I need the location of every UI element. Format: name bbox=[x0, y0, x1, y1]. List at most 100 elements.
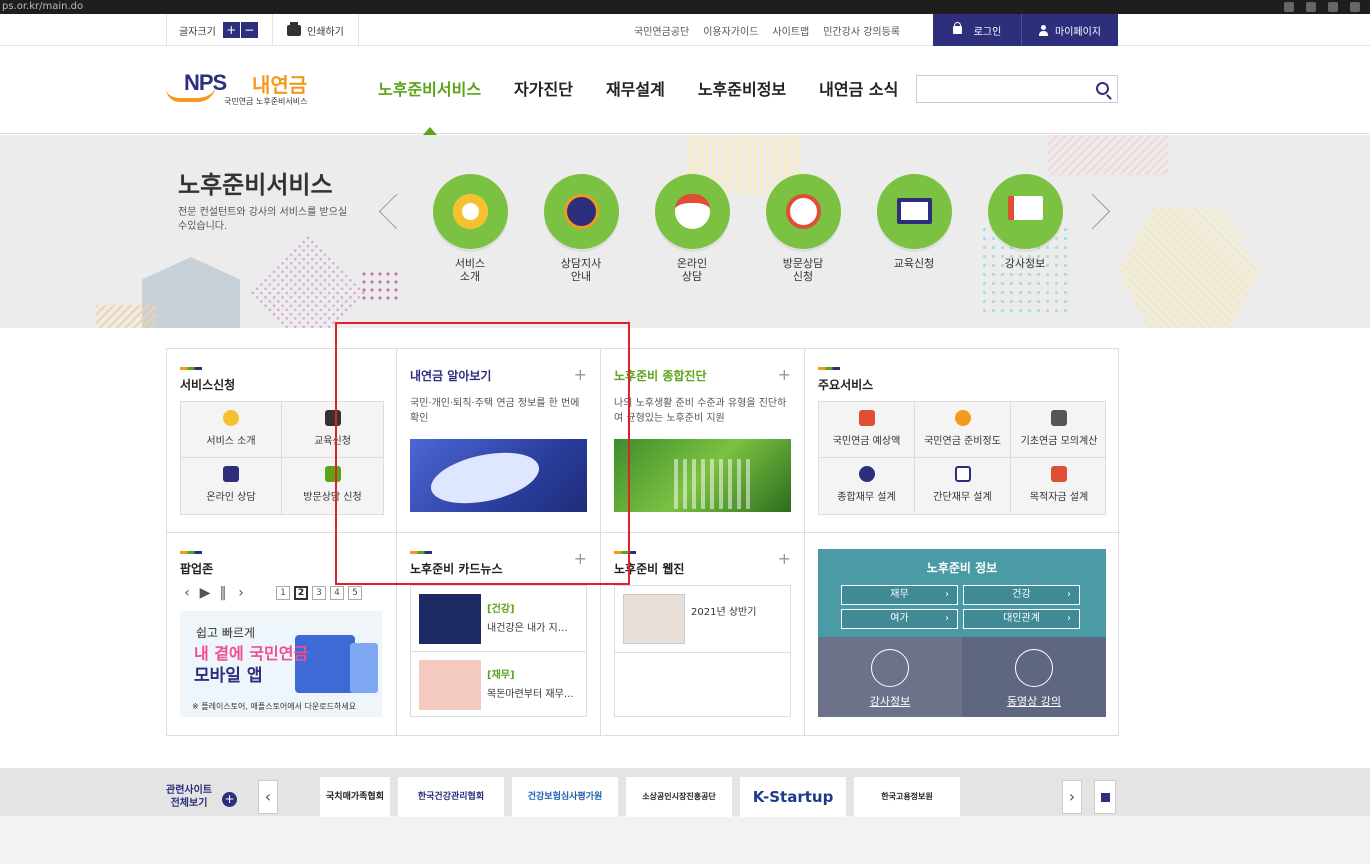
tile-label: 서비스 소개 bbox=[206, 436, 256, 447]
total-finance-tile[interactable]: 종합재무 설계 bbox=[819, 458, 915, 514]
search-icon[interactable] bbox=[1096, 82, 1109, 95]
pager-play-icon[interactable]: ▶ bbox=[198, 585, 212, 601]
mobile-app-banner[interactable]: 쉽고 빠르게 내 곁에 국민연금 모바일 앱 ※ 플레이스토어, 애플스토어에서… bbox=[180, 611, 382, 717]
visit-consult-tile[interactable]: 방문상담 신청 bbox=[282, 458, 383, 514]
webzine-title[interactable]: 2021년 상반기 bbox=[691, 603, 756, 618]
info-box: 노후준비 정보 재무 건강 여가 대인관계 강사정보 동영상 강의 bbox=[818, 549, 1106, 717]
list-item[interactable]: [재무] 목돈마련부터 재무… bbox=[411, 652, 586, 718]
link-lecture-register[interactable]: 민간강사 강의등록 bbox=[823, 23, 900, 38]
nav-financial-planning[interactable]: 재무설계 bbox=[606, 46, 665, 134]
extension-icon[interactable] bbox=[1328, 2, 1338, 12]
pension-readiness-tile[interactable]: 국민연금 준비정도 bbox=[915, 402, 1011, 458]
pager-pause-icon[interactable]: ‖ bbox=[216, 585, 230, 601]
mypage-button[interactable]: 마이페이지 bbox=[1021, 14, 1118, 46]
pension-view-panel[interactable]: 내연금 알아보기 + 국민·개인·퇴직·주택 연금 정보를 한 번에 확인 bbox=[397, 349, 601, 533]
address-bar[interactable]: ps.or.kr/main.do bbox=[2, 0, 83, 14]
info-relations-button[interactable]: 대인관계 bbox=[963, 609, 1080, 629]
pie-chart-icon bbox=[858, 466, 875, 482]
tile-label: 간단재무 설계 bbox=[933, 492, 992, 503]
service-intro-link[interactable]: 서비스 소개 bbox=[430, 174, 510, 283]
related-next-button[interactable]: › bbox=[1062, 780, 1082, 814]
purpose-fund-tile[interactable]: 목적자금 설계 bbox=[1011, 458, 1107, 514]
main-services-panel: 주요서비스 국민연금 예상액 국민연금 준비정도 기초연금 모의계산 종합재무 … bbox=[805, 349, 1120, 533]
info-finance-button[interactable]: 재무 bbox=[841, 585, 958, 605]
pager-next-icon[interactable]: › bbox=[234, 585, 248, 601]
more-plus-button[interactable]: + bbox=[778, 549, 791, 568]
site-logo[interactable]: NPS 내연금 국민연금 노후준비서비스 bbox=[166, 68, 326, 110]
site-logo-semas[interactable]: 소상공인시장진흥공단 bbox=[626, 777, 732, 817]
page-3[interactable]: 3 bbox=[312, 586, 326, 600]
print-button[interactable]: 인쇄하기 bbox=[273, 14, 359, 46]
network-icon bbox=[223, 466, 239, 482]
hero-next-arrow[interactable] bbox=[1090, 187, 1112, 237]
hero-prev-arrow[interactable] bbox=[378, 187, 400, 237]
decoration bbox=[360, 270, 400, 304]
related-sites-link[interactable]: 관련사이트 전체보기 bbox=[166, 784, 212, 810]
page-4[interactable]: 4 bbox=[330, 586, 344, 600]
logo-nps: NPS bbox=[184, 70, 227, 95]
diagnosis-panel[interactable]: 노후준비 종합진단 + 나의 노후생활 준비 수준과 유형을 진단하여 균형있는… bbox=[601, 349, 805, 533]
extension-icon[interactable] bbox=[1284, 2, 1294, 12]
nav-retirement-info[interactable]: 노후준비정보 bbox=[698, 46, 786, 134]
nav-pension-news[interactable]: 내연금 소식 bbox=[819, 46, 898, 134]
education-apply-link[interactable]: 교육신청 bbox=[874, 174, 954, 270]
panel-title: 팝업존 bbox=[180, 562, 214, 576]
online-consult-link[interactable]: 온라인 상담 bbox=[652, 174, 732, 283]
lecturer-info-link[interactable]: 강사정보 bbox=[985, 174, 1065, 270]
link-nps[interactable]: 국민연금공단 bbox=[634, 23, 689, 38]
related-label-1: 관련사이트 bbox=[166, 785, 212, 796]
service-intro-tile[interactable]: 서비스 소개 bbox=[181, 402, 282, 458]
service-label: 교육신청 bbox=[893, 257, 935, 270]
popup-zone-panel: 팝업존 ‹ ▶ ‖ › 1 2 3 4 5 쉽고 빠르게 내 곁에 국민연금 모… bbox=[167, 533, 397, 735]
pension-estimate-tile[interactable]: 국민연금 예상액 bbox=[819, 402, 915, 458]
more-plus-button[interactable]: + bbox=[778, 365, 791, 384]
notebook-icon bbox=[324, 410, 341, 426]
branch-guide-link[interactable]: 상담지사 안내 bbox=[541, 174, 621, 283]
plus-circle-icon[interactable]: + bbox=[222, 792, 237, 807]
site-logo-kstartup[interactable]: K-Startup bbox=[740, 777, 846, 817]
webzine-panel: 노후준비 웹진 + 2021년 상반기 bbox=[601, 533, 805, 735]
font-decrease-button[interactable]: − bbox=[240, 22, 258, 38]
presenter-icon bbox=[987, 174, 1063, 249]
link-sitemap[interactable]: 사이트맵 bbox=[772, 23, 809, 38]
lecturer-info-button[interactable]: 강사정보 bbox=[818, 637, 962, 717]
site-logo-health-assoc[interactable]: 한국건강관리협회 bbox=[398, 777, 504, 817]
extension-icon[interactable] bbox=[1350, 2, 1360, 12]
panel-description: 나의 노후생활 준비 수준과 유형을 진단하여 균형있는 노후준비 지원 bbox=[614, 398, 787, 424]
more-plus-button[interactable]: + bbox=[574, 549, 587, 568]
webzine-thumbnail[interactable] bbox=[623, 594, 685, 644]
extension-icon[interactable] bbox=[1306, 2, 1316, 12]
site-logo-dementia[interactable]: 국치매가족협회 bbox=[320, 777, 390, 817]
nav-self-diagnosis[interactable]: 자가진단 bbox=[514, 46, 573, 134]
phone-image bbox=[350, 643, 378, 693]
font-increase-button[interactable]: + bbox=[222, 22, 240, 38]
more-plus-button[interactable]: + bbox=[574, 365, 587, 384]
info-health-button[interactable]: 건강 bbox=[963, 585, 1080, 605]
related-prev-button[interactable]: ‹ bbox=[258, 780, 278, 814]
link-user-guide[interactable]: 이용자가이드 bbox=[703, 23, 758, 38]
related-stop-button[interactable] bbox=[1094, 780, 1116, 814]
tile-label: 온라인 상담 bbox=[206, 492, 256, 503]
page-2[interactable]: 2 bbox=[294, 586, 308, 600]
page-1[interactable]: 1 bbox=[276, 586, 290, 600]
info-top: 노후준비 정보 재무 건강 여가 대인관계 bbox=[818, 549, 1106, 637]
card-news-list: [건강] 내건강은 내가 지… [재무] 목돈마련부터 재무… bbox=[410, 585, 587, 717]
nav-retirement-service[interactable]: 노후준비서비스 bbox=[378, 46, 481, 135]
login-button[interactable]: 로그인 bbox=[933, 14, 1021, 46]
site-logo-keis[interactable]: 한국고용정보원 bbox=[854, 777, 960, 817]
visit-consult-link[interactable]: 방문상담 신청 bbox=[763, 174, 843, 283]
search-input[interactable] bbox=[917, 76, 1087, 102]
page-5[interactable]: 5 bbox=[348, 586, 362, 600]
list-item[interactable]: [건강] 내건강은 내가 지… bbox=[411, 586, 586, 652]
basic-pension-calc-tile[interactable]: 기초연금 모의계산 bbox=[1011, 402, 1107, 458]
info-leisure-button[interactable]: 여가 bbox=[841, 609, 958, 629]
online-consult-tile[interactable]: 온라인 상담 bbox=[181, 458, 282, 514]
calculator-icon bbox=[858, 410, 875, 426]
education-tile[interactable]: 교육신청 bbox=[282, 402, 383, 458]
site-logo-hira[interactable]: 건강보험심사평가원 bbox=[512, 777, 618, 817]
pager-prev-icon[interactable]: ‹ bbox=[180, 585, 194, 601]
hero-banner: 노후준비서비스 전문 컨설턴트와 강사의 서비스를 받으실 수있습니다. 서비스… bbox=[0, 135, 1370, 328]
simple-finance-tile[interactable]: 간단재무 설계 bbox=[915, 458, 1011, 514]
video-lecture-button[interactable]: 동영상 강의 bbox=[962, 637, 1106, 717]
bar-chart-icon bbox=[1051, 466, 1067, 482]
